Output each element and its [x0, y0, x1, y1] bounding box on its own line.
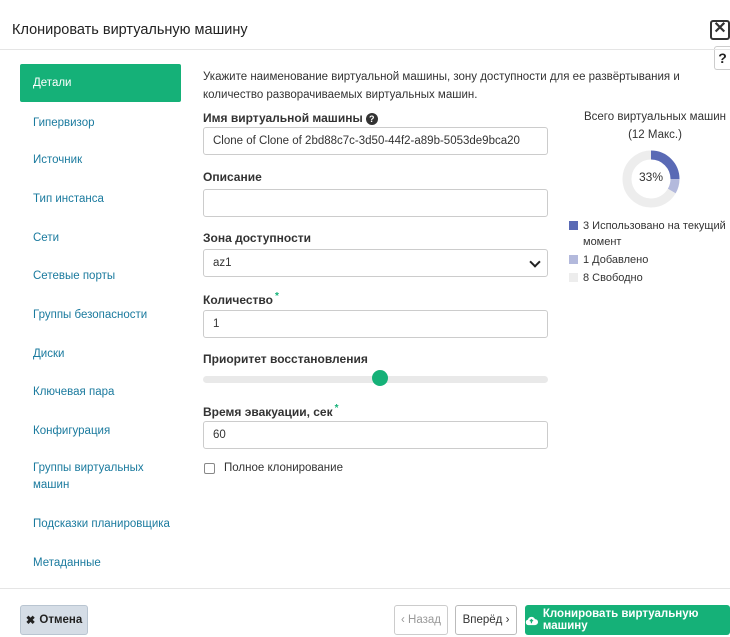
- nav-item-metadata[interactable]: Метаданные: [20, 555, 181, 572]
- name-label-text: Имя виртуальной машины: [203, 111, 363, 125]
- nav-item-label: Тип инстанса: [33, 193, 104, 205]
- count-label-text: Количество: [203, 293, 273, 307]
- clone-vm-button[interactable]: Клонировать виртуальную машину: [525, 605, 730, 635]
- nav-item-label: Конфигурация: [33, 425, 111, 437]
- close-icon[interactable]: ✕: [710, 20, 730, 40]
- close-icon: ✖: [25, 615, 36, 627]
- name-label: Имя виртуальной машины?: [203, 111, 378, 125]
- nav-item-hypervisor[interactable]: Гипервизор: [20, 115, 181, 132]
- clone-vm-label: Клонировать виртуальную машину: [542, 608, 699, 632]
- vm-quota-title-line2: (12 Макс.): [628, 129, 682, 141]
- zone-select-value: az1: [213, 257, 232, 269]
- legend-added-swatch: [569, 255, 578, 264]
- question-circle-icon[interactable]: ?: [365, 113, 378, 125]
- nav-item-label: Детали: [33, 76, 72, 89]
- nav-item-security-groups[interactable]: Группы безопасности: [20, 307, 181, 324]
- nav-item-label: Ключевая пара: [33, 386, 115, 398]
- modal-title: Клонировать виртуальную машину: [12, 22, 248, 38]
- header-divider: [0, 49, 730, 50]
- nav-item-configuration[interactable]: Конфигурация: [20, 423, 181, 440]
- legend-free-swatch: [569, 273, 578, 282]
- vm-quota-percent: 33%: [638, 170, 664, 184]
- footer-divider: [0, 588, 730, 589]
- nav-item-label: Подсказки планировщика: [33, 518, 170, 530]
- full-clone-checkbox[interactable]: [204, 463, 215, 474]
- description-input[interactable]: [203, 189, 548, 217]
- legend-used: 3 Использовано на текущий момент: [569, 218, 729, 250]
- required-marker: *: [334, 403, 339, 414]
- nav-item-details[interactable]: Детали: [20, 64, 181, 102]
- nav-item-label: Сети: [33, 232, 60, 244]
- cancel-label: Отмена: [39, 614, 83, 626]
- nav-item-disks[interactable]: Диски: [20, 346, 181, 363]
- nav-item-label: Диски: [33, 348, 65, 360]
- nav-item-label: Источник: [33, 154, 83, 166]
- legend-added: 1 Добавлено: [569, 252, 729, 268]
- nav-item-source[interactable]: Источник: [20, 152, 181, 169]
- zone-select[interactable]: az1: [203, 249, 548, 277]
- nav-item-label: Сетевые порты: [33, 270, 116, 282]
- legend-used-swatch: [569, 221, 578, 230]
- legend-free-text: 8 Свободно: [583, 272, 643, 284]
- nav-item-label: Группы виртуальных машин: [33, 462, 144, 491]
- evac-label-text: Время эвакуации, сек: [203, 405, 333, 419]
- count-input[interactable]: 1: [203, 310, 548, 338]
- legend-used-text: 3 Использовано на текущий момент: [583, 220, 726, 248]
- nav-item-networks[interactable]: Сети: [20, 230, 181, 247]
- nav-item-network-ports[interactable]: Сетевые порты: [20, 268, 181, 285]
- priority-label: Приоритет восстановления: [203, 352, 368, 366]
- intro-text: Укажите наименование виртуальной машины,…: [203, 71, 680, 101]
- description-label: Описание: [203, 170, 262, 184]
- legend-free: 8 Свободно: [569, 270, 729, 286]
- vm-quota-title-line1: Всего виртуальных машин: [583, 111, 726, 123]
- back-button[interactable]: ‹ Назад: [394, 605, 448, 635]
- name-input[interactable]: Clone of Clone of 2bd88c7c-3d50-44f2-a89…: [203, 127, 548, 155]
- nav-item-label: Метаданные: [33, 557, 101, 569]
- chevron-down-icon: [529, 256, 541, 268]
- vm-quota-legend: 3 Использовано на текущий момент 1 Добав…: [569, 218, 729, 288]
- evac-input[interactable]: 60: [203, 421, 548, 449]
- cancel-button[interactable]: ✖ Отмена: [20, 605, 88, 635]
- zone-label: Зона доступности: [203, 231, 312, 245]
- nav-item-label: Группы безопасности: [33, 309, 148, 321]
- priority-slider-handle[interactable]: [371, 370, 388, 386]
- required-marker: *: [274, 291, 279, 302]
- full-clone-label[interactable]: Полное клонирование: [224, 462, 343, 474]
- legend-added-text: 1 Добавлено: [583, 254, 649, 266]
- cloud-upload-icon: [525, 616, 538, 625]
- vm-quota-title: Всего виртуальных машин (12 Макс.): [580, 108, 730, 144]
- next-button[interactable]: Вперёд ›: [455, 605, 517, 635]
- count-label: Количество *: [203, 291, 279, 307]
- nav-item-vm-groups[interactable]: Группы виртуальных машин: [20, 460, 150, 494]
- nav-item-label: Гипервизор: [33, 117, 95, 129]
- nav-item-instance-type[interactable]: Тип инстанса: [20, 191, 181, 208]
- nav-item-scheduler-hints[interactable]: Подсказки планировщика: [20, 516, 181, 533]
- nav-item-key-pair[interactable]: Ключевая пара: [20, 384, 181, 401]
- evac-label: Время эвакуации, сек *: [203, 403, 339, 419]
